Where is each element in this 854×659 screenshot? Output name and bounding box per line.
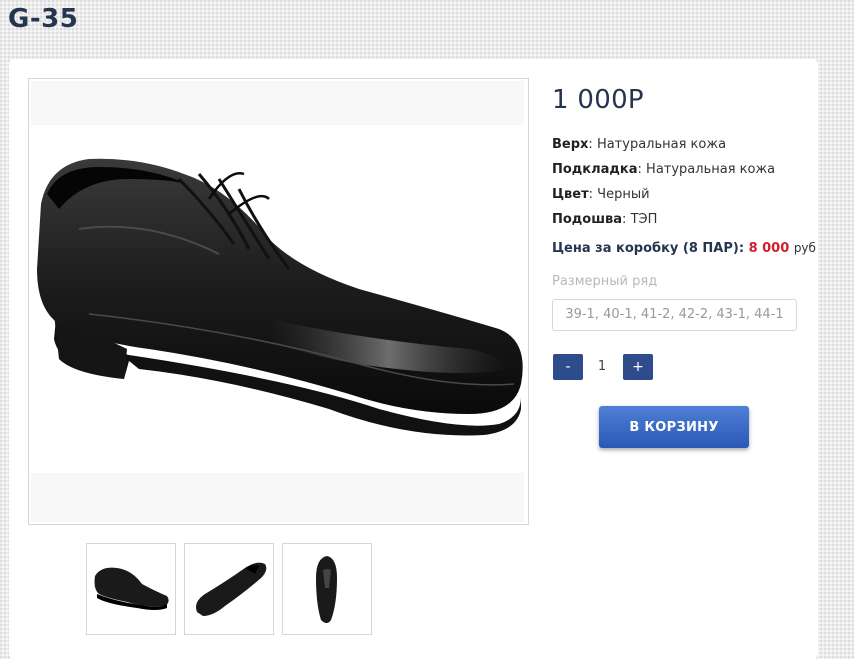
shoe-side-icon: [94, 567, 169, 610]
quantity-increase-button[interactable]: +: [623, 354, 653, 380]
product-price: 1 000Р: [552, 85, 644, 115]
shoe-top-icon: [316, 556, 337, 623]
spec-color: Цвет: Черный: [552, 187, 650, 202]
box-price: Цена за коробку (8 ПАР): 8 000 руб: [552, 241, 816, 256]
product-title: G-35: [8, 4, 79, 34]
quantity-decrease-button[interactable]: -: [553, 354, 583, 380]
product-card: 1 000Р Верх: Натуральная кожа Подкладка:…: [9, 59, 818, 659]
size-label: Размерный ряд: [552, 274, 658, 289]
shoe-angle-icon: [196, 562, 267, 616]
size-select[interactable]: 39-1, 40-1, 41-2, 42-2, 43-1, 44-1: [552, 299, 797, 331]
quantity-input[interactable]: 1: [583, 354, 621, 380]
spec-upper: Верх: Натуральная кожа: [552, 137, 727, 152]
add-to-cart-button[interactable]: В КОРЗИНУ: [599, 406, 749, 448]
box-price-value: 8 000: [748, 241, 790, 256]
thumbnail-shoe-top[interactable]: [282, 543, 372, 635]
thumbnail-shoe-side[interactable]: [86, 543, 176, 635]
spec-sole: Подошва: ТЭП: [552, 212, 658, 227]
thumbnail-shoe-angle[interactable]: [184, 543, 274, 635]
shoe-icon: [37, 158, 523, 436]
spec-lining: Подкладка: Натуральная кожа: [552, 162, 776, 177]
product-main-image[interactable]: [28, 78, 529, 525]
